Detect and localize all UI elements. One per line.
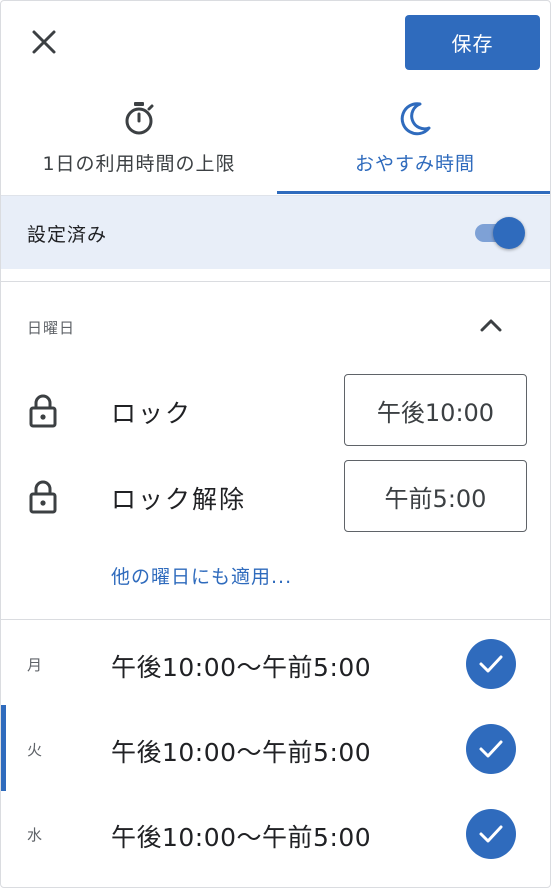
- lock-icon: [29, 394, 57, 428]
- day-checkbox[interactable]: [466, 639, 516, 689]
- week-row-wednesday[interactable]: 水 午後10:00〜午前5:00: [1, 792, 550, 876]
- unlock-time-field[interactable]: 午前5:00: [344, 460, 527, 532]
- week-time-range: 午後10:00〜午前5:00: [111, 653, 372, 682]
- close-button[interactable]: [27, 25, 61, 59]
- check-icon: [479, 655, 503, 673]
- status-row: 設定済み: [1, 195, 550, 269]
- lock-icon: [29, 480, 57, 514]
- apply-to-other-days-link[interactable]: 他の曜日にも適用...: [111, 562, 292, 589]
- check-icon: [479, 825, 503, 843]
- tab-bedtime[interactable]: おやすみ時間: [277, 91, 550, 195]
- day-heading: 日曜日: [27, 319, 76, 337]
- day-checkbox[interactable]: [466, 724, 516, 774]
- collapse-button[interactable]: [473, 309, 509, 341]
- tab-daily-limit[interactable]: 1日の利用時間の上限: [1, 91, 277, 195]
- week-time-range: 午後10:00〜午前5:00: [111, 738, 372, 767]
- chevron-up-icon: [480, 319, 502, 332]
- timer-icon: [125, 102, 154, 135]
- week-day-label: 水: [27, 826, 43, 844]
- close-icon: [32, 30, 56, 54]
- moon-icon: [400, 102, 431, 136]
- bedtime-toggle[interactable]: [473, 216, 525, 249]
- week-time-range: 午後10:00〜午前5:00: [111, 823, 372, 852]
- week-row-tuesday[interactable]: 火 午後10:00〜午前5:00: [1, 707, 550, 791]
- day-checkbox[interactable]: [466, 809, 516, 859]
- lock-time-field[interactable]: 午後10:00: [344, 374, 527, 446]
- unlock-label: ロック解除: [111, 485, 247, 514]
- divider: [1, 281, 550, 282]
- divider: [1, 619, 550, 620]
- lock-label: ロック: [111, 399, 193, 428]
- tab-bedtime-label: おやすみ時間: [354, 153, 475, 175]
- toggle-thumb: [493, 217, 525, 249]
- tab-daily-limit-label: 1日の利用時間の上限: [42, 153, 236, 175]
- save-button[interactable]: 保存: [405, 15, 540, 70]
- week-day-label: 月: [27, 656, 43, 674]
- tab-bar: 1日の利用時間の上限 おやすみ時間: [1, 91, 550, 195]
- week-row-monday[interactable]: 月 午後10:00〜午前5:00: [1, 622, 550, 706]
- status-label: 設定済み: [27, 224, 108, 246]
- bedtime-settings-panel: 保存 1日の利用時間の上限 おやすみ時間 設定済み 日曜日 ロック 午後10:0…: [0, 0, 551, 888]
- active-tab-indicator: [277, 191, 550, 194]
- week-day-label: 火: [27, 741, 43, 759]
- check-icon: [479, 740, 503, 758]
